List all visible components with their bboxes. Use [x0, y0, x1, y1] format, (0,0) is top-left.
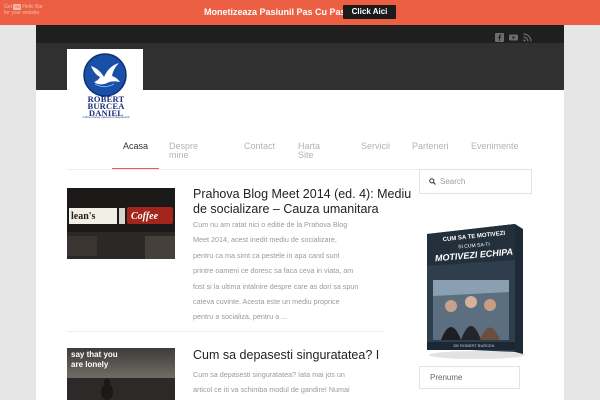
- hello-bar-credit[interactable]: Get HB Hello Bar for your website: [4, 4, 54, 16]
- nav-item-label: mine: [169, 150, 189, 160]
- post-title-line: Cum sa depasesti singuratatea? I: [193, 348, 380, 362]
- excerpt-line: printre oameni ce doresc sa faca ceva in…: [193, 266, 354, 276]
- nav-item-despre-mine[interactable]: Despre mine: [169, 142, 198, 160]
- nav-item-parteneri[interactable]: Parteneri: [412, 142, 449, 151]
- social-links: [495, 29, 532, 42]
- excerpt-line: fost si la ultima intalnire despre care …: [193, 281, 359, 291]
- search-icon: [429, 178, 436, 185]
- excerpt-line: Meet 2014, acest inedit mediu de sociali…: [193, 235, 337, 245]
- post-thumbnail[interactable]: say that you are lonely: [67, 348, 175, 400]
- nav-item-evenimente[interactable]: Evenimente: [471, 142, 519, 151]
- search-input[interactable]: [440, 174, 528, 189]
- logo-tagline: online money network entrepreneur: [82, 115, 130, 119]
- excerpt-line: pentru ca ma simt ca pestele in apa cand…: [193, 250, 340, 260]
- hello-bar-credit-sub: for your website: [4, 10, 40, 16]
- excerpt-line: Cum nu am ratat nici o editie de la Prah…: [193, 220, 348, 229]
- post-title[interactable]: Cum sa depasesti singuratatea? I: [193, 348, 379, 363]
- thumb-overlay-text: are lonely: [71, 360, 109, 369]
- excerpt-line: pentru a socializa, pentru a ...: [193, 312, 288, 322]
- nav-item-harta-site[interactable]: Harta Site: [298, 142, 320, 160]
- ebook-author: DE ROBERT BURCEA: [453, 343, 495, 348]
- post-title-line: de socializare – Cauza umanitara: [193, 202, 379, 216]
- post-excerpt: Cum sa depasesti singuratatea? Iata mai …: [193, 367, 386, 398]
- post-divider: [67, 331, 384, 332]
- youtube-icon[interactable]: [509, 29, 518, 41]
- excerpt-line: articol ce iti va schimba modul de gandi…: [193, 385, 350, 395]
- search-box: [419, 169, 532, 194]
- ebook-cover[interactable]: CUM SA TE MOTIVEZI SI CUM SA-TI MOTIVEZI…: [419, 220, 532, 360]
- hello-bar-cta-button[interactable]: Click Aici: [343, 5, 396, 19]
- hello-bar-message: Monetizeaza Pasiunil Pas Cu Pas: [204, 7, 346, 17]
- top-strip: [36, 25, 564, 43]
- post-title-line: Prahova Blog Meet 2014 (ed. 4): Mediu: [193, 187, 412, 201]
- nav-item-contact[interactable]: Contact: [244, 142, 275, 151]
- rss-icon[interactable]: [523, 29, 532, 42]
- site-logo[interactable]: ROBERT BURCEA DANIEL online money networ…: [67, 49, 143, 125]
- post-thumbnail[interactable]: lean's Coffee: [67, 188, 175, 259]
- post-title[interactable]: Prahova Blog Meet 2014 (ed. 4): Mediu de…: [193, 187, 411, 217]
- nav-item-servicii[interactable]: Servicii: [361, 142, 390, 151]
- thumb-overlay-text: say that you: [71, 350, 118, 359]
- nav-item-label: Site: [298, 150, 314, 160]
- post-excerpt: Cum nu am ratat nici o editie de la Prah…: [193, 217, 386, 325]
- facebook-icon[interactable]: [495, 29, 504, 42]
- thumb-sign-text: Coffee: [131, 211, 159, 222]
- excerpt-line: cateva cuvinte. Acesta este un mediu pro…: [193, 297, 340, 307]
- nav-item-acasa[interactable]: Acasa: [123, 142, 148, 151]
- first-name-field[interactable]: [419, 366, 520, 389]
- excerpt-line: Cum sa depasesti singuratatea? Iata mai …: [193, 370, 345, 379]
- globe-dove-icon: [83, 53, 127, 97]
- thumb-sign-text: lean's: [71, 211, 96, 222]
- hello-bar: Get HB Hello Bar for your website Moneti…: [0, 0, 600, 25]
